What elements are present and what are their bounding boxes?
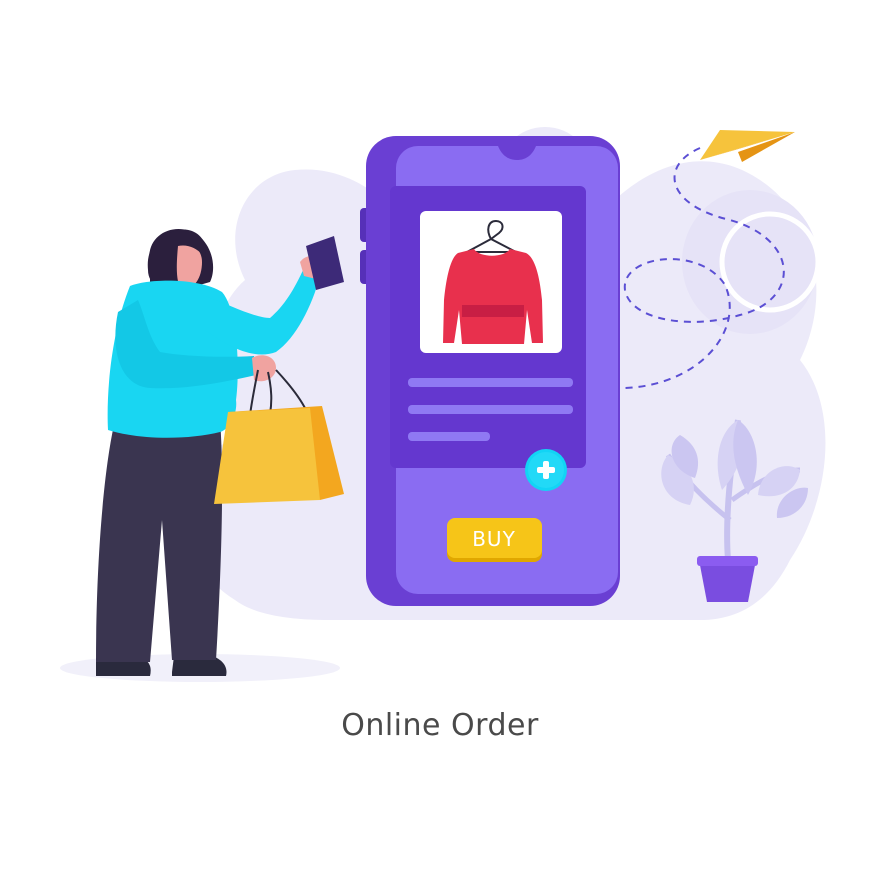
buy-button-label: BUY [472, 527, 516, 551]
paper-plane-icon [700, 130, 795, 162]
illustration-caption: Online Order [341, 708, 539, 743]
plus-icon [525, 449, 567, 491]
online-order-illustration: BUY [60, 127, 826, 682]
buy-button[interactable]: BUY [447, 518, 542, 562]
